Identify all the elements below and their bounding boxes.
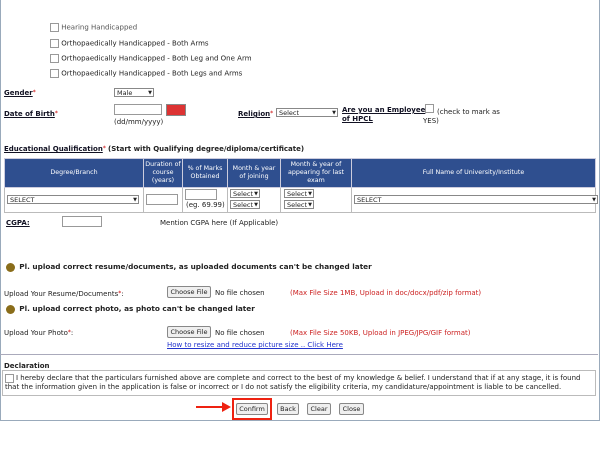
col-joining: Month & year of joining [227,158,281,188]
education-table: Degree/Branch Duration of course (years)… [4,158,598,213]
education-title: Educational Qualification* (Start with Q… [4,145,305,153]
duration-input[interactable] [146,194,178,205]
checkbox[interactable] [50,39,59,48]
cgpa-input[interactable] [62,216,102,227]
resume-upload-label: Upload Your Resume/Documents*: [4,290,124,298]
gender-label: Gender* [4,89,36,97]
declaration-title: Declaration [4,362,50,370]
option-label: Orthopaedically Handicapped - Both Legs … [61,69,243,78]
marks-input[interactable] [185,189,217,200]
exam-month-select[interactable]: Select ▼ [284,189,314,198]
dob-label: Date of Birth* [4,110,58,118]
declaration-text: I hereby declare that the particulars fu… [5,374,581,391]
joining-cell: Select ▼ Select ▼ [227,187,281,213]
col-duration: Duration of course (years) [143,158,183,188]
marks-hint: (eg. 69.99) [186,201,225,209]
gender-select[interactable]: Male ▼ [114,88,154,97]
col-degree: Degree/Branch [4,158,144,188]
option-hearing[interactable]: Hearing Handicapped [50,23,137,32]
option-label: Orthopaedically Handicapped - Both Leg a… [61,54,252,63]
divider [0,354,598,355]
cgpa-label: CGPA: [6,219,30,227]
back-button[interactable]: Back [277,403,299,415]
option-label: Orthopaedically Handicapped - Both Arms [61,39,209,48]
religion-select[interactable]: Select ▼ [276,108,338,117]
col-marks: % of Marks Obtained [182,158,228,188]
religion-label: Religion* [238,110,274,118]
close-button[interactable]: Close [339,403,364,415]
employee-label: Are you an Employee of HPCL [342,106,426,123]
marks-cell: (eg. 69.99) [182,187,228,213]
photo-upload-label: Upload Your Photo*: [4,329,74,337]
resume-choose-file-button[interactable]: Choose File [167,286,211,298]
photo-file-status: No file chosen [215,329,265,337]
university-cell: SELECT ▼ [351,187,598,213]
photo-resize-link[interactable]: How to resize and reduce picture size ..… [167,341,343,349]
education-subtitle: (Start with Qualifying degree/diploma/ce… [108,145,305,153]
checkbox[interactable] [50,54,59,63]
option-legs-one-arm[interactable]: Orthopaedically Handicapped - Both Leg a… [50,54,252,63]
university-select[interactable]: SELECT ▼ [354,195,598,204]
resume-notice: Pl. upload correct resume/documents, as … [6,262,372,272]
photo-choose-file-button[interactable]: Choose File [167,326,211,338]
joining-month-select[interactable]: Select ▼ [230,189,260,198]
dob-hint: (dd/mm/yyyy) [114,118,164,126]
option-legs-arms[interactable]: Orthopaedically Handicapped - Both Legs … [50,69,242,78]
calendar-icon[interactable] [166,104,186,116]
arrowhead-icon [222,402,231,412]
col-last-exam: Month & year of appearing for last exam [280,158,352,188]
option-label: Hearing Handicapped [61,23,138,32]
employee-hint: (check to mark as YES) [423,108,500,125]
clear-button[interactable]: Clear [307,403,331,415]
col-university: Full Name of University/Institute [351,158,596,188]
checkbox[interactable] [50,69,59,78]
photo-notice: Pl. upload correct photo, as photo can't… [6,304,255,314]
cgpa-hint: Mention CGPA here (If Applicable) [160,219,279,227]
resume-file-status: No file chosen [215,289,265,297]
degree-cell: SELECT ▼ [4,187,144,213]
degree-select[interactable]: SELECT ▼ [7,195,139,204]
checkbox[interactable] [50,23,59,32]
photo-upload-note: (Max File Size 50KB, Upload in JPEG/JPG/… [290,329,471,337]
confirm-button[interactable]: Confirm [236,403,268,415]
resume-upload-note: (Max File Size 1MB, Upload in doc/docx/p… [290,289,482,297]
bullet-icon [6,304,15,314]
joining-year-select[interactable]: Select ▼ [230,200,260,209]
dob-input[interactable] [114,104,162,115]
arrow-icon [196,406,224,408]
option-both-arms[interactable]: Orthopaedically Handicapped - Both Arms [50,39,209,48]
last-exam-cell: Select ▼ Select ▼ [280,187,352,213]
bullet-icon [6,262,15,272]
exam-year-select[interactable]: Select ▼ [284,200,314,209]
duration-cell [143,187,183,213]
